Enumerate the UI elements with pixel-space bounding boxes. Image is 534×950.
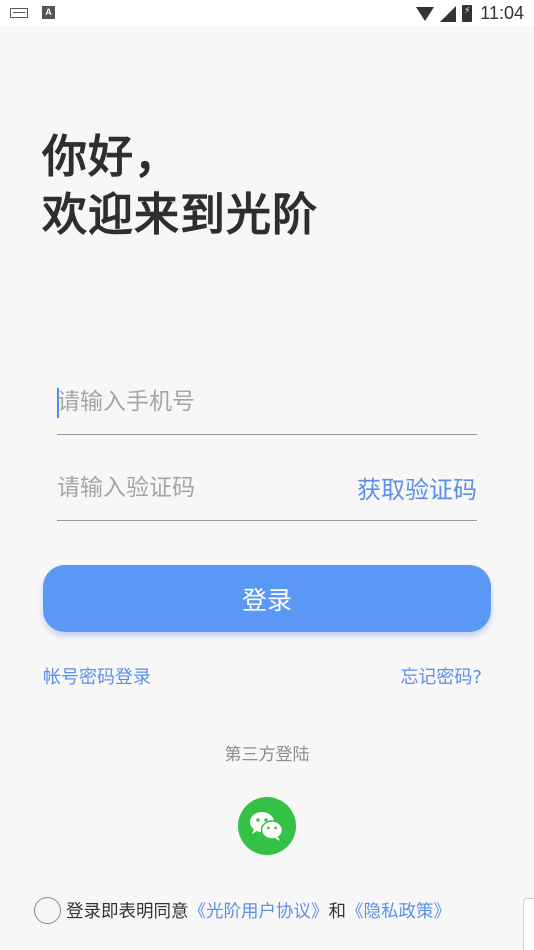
keyboard-icon (10, 7, 28, 18)
agreement-row: 登录即表明同意 《光阶用户协议》 和 《隐私政策》 (34, 897, 451, 924)
agreement-prefix: 登录即表明同意 (66, 902, 189, 922)
greeting-line-1: 你好， (42, 130, 181, 183)
status-bar-left: A (10, 6, 55, 19)
agreement-radio[interactable] (34, 897, 61, 924)
third-party-login-label: 第三方登陆 (224, 745, 310, 765)
agreement-and: 和 (328, 902, 347, 922)
user-agreement-link[interactable]: 《光阶用户协议》 (189, 898, 329, 923)
login-button[interactable]: 登录 (43, 565, 491, 632)
greeting-title: 你好， 欢迎来到光阶 (42, 128, 318, 244)
cell-signal-icon (440, 5, 457, 22)
wechat-login-button[interactable] (238, 797, 296, 855)
phone-input[interactable] (57, 384, 477, 420)
privacy-policy-link[interactable]: 《隐私政策》 (346, 898, 451, 923)
floating-edge-tab (523, 898, 534, 950)
phone-field (57, 380, 477, 435)
status-time: 11:04 (480, 3, 524, 23)
password-login-link[interactable]: 帐号密码登录 (43, 663, 151, 689)
code-field: 获取验证码 (57, 466, 477, 521)
greeting-line-2: 欢迎来到光阶 (42, 188, 319, 241)
wechat-icon (250, 812, 284, 841)
a-notification-icon: A (42, 6, 55, 19)
battery-charging-icon (462, 5, 473, 22)
verification-code-input[interactable] (57, 470, 337, 506)
forgot-password-link[interactable]: 忘记密码? (400, 663, 482, 689)
wifi-icon (416, 6, 435, 21)
status-bar: A 11:04 (0, 0, 534, 26)
get-code-button[interactable]: 获取验证码 (357, 470, 477, 505)
status-bar-right: 11:04 (416, 3, 524, 24)
